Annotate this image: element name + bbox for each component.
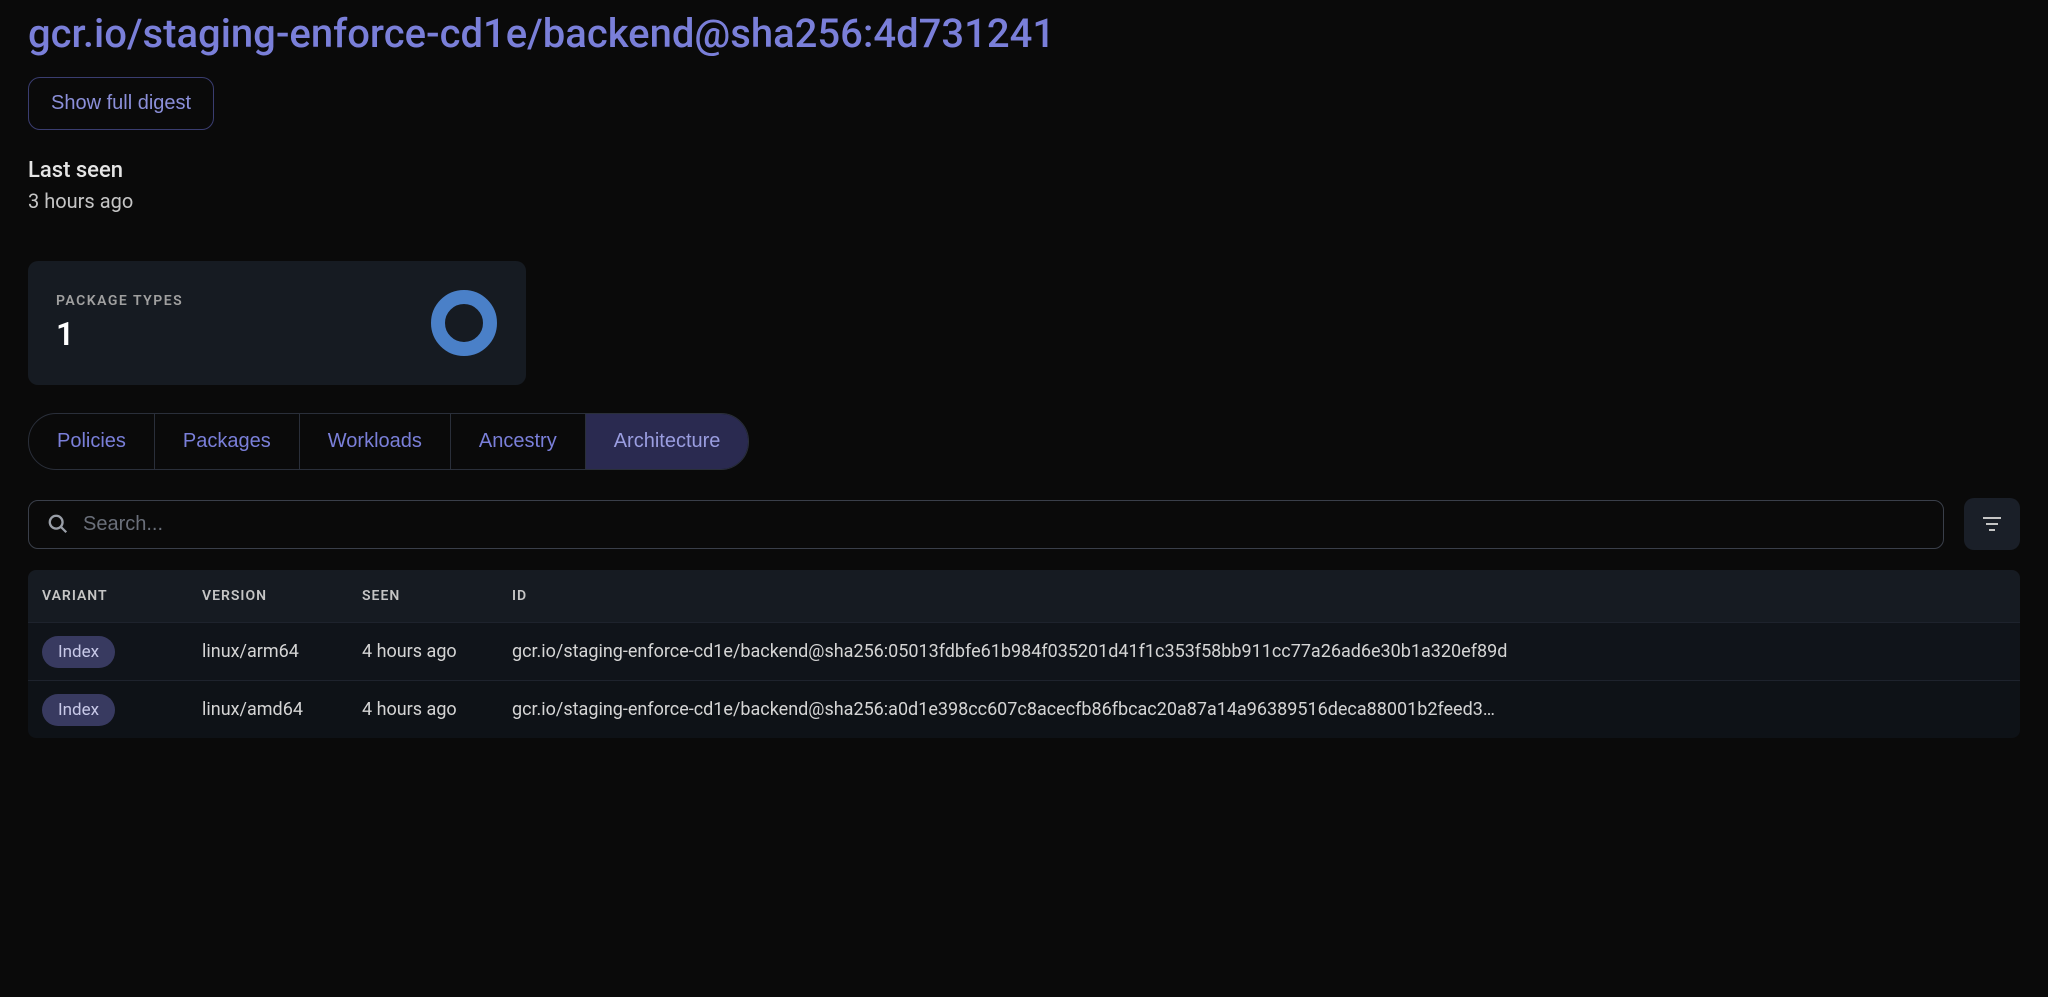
search-icon	[47, 513, 69, 535]
package-types-label: PACKAGE TYPES	[56, 293, 183, 309]
table-row[interactable]: Index linux/amd64 4 hours ago gcr.io/sta…	[28, 680, 2020, 738]
tab-packages[interactable]: Packages	[155, 414, 300, 469]
package-types-value: 1	[56, 315, 183, 353]
cell-seen: 4 hours ago	[362, 641, 512, 662]
variant-badge: Index	[42, 636, 115, 668]
tab-ancestry[interactable]: Ancestry	[451, 414, 586, 469]
table-row[interactable]: Index linux/arm64 4 hours ago gcr.io/sta…	[28, 622, 2020, 680]
th-version: VERSION	[202, 588, 362, 604]
show-full-digest-button[interactable]: Show full digest	[28, 77, 214, 130]
variant-badge: Index	[42, 694, 115, 726]
th-id: ID	[512, 588, 2006, 604]
meta-section: Last seen 3 hours ago	[0, 130, 2048, 241]
package-types-card: PACKAGE TYPES 1	[28, 261, 526, 385]
last-seen-value: 3 hours ago	[28, 189, 2020, 213]
filter-icon	[1980, 512, 2004, 536]
tab-policies[interactable]: Policies	[29, 414, 155, 469]
tabs: Policies Packages Workloads Ancestry Arc…	[28, 413, 749, 470]
filter-button[interactable]	[1964, 498, 2020, 550]
cell-seen: 4 hours ago	[362, 699, 512, 720]
cell-version: linux/amd64	[202, 699, 362, 720]
donut-chart-icon	[430, 289, 498, 357]
tab-architecture[interactable]: Architecture	[586, 414, 749, 469]
table-header: VARIANT VERSION SEEN ID	[28, 570, 2020, 622]
cell-id: gcr.io/staging-enforce-cd1e/backend@sha2…	[512, 641, 2006, 662]
search-input[interactable]	[83, 513, 1925, 536]
architecture-table: VARIANT VERSION SEEN ID Index linux/arm6…	[28, 570, 2020, 738]
th-variant: VARIANT	[42, 588, 202, 604]
tab-workloads[interactable]: Workloads	[300, 414, 451, 469]
search-container[interactable]	[28, 500, 1944, 549]
search-row	[28, 498, 2020, 550]
th-seen: SEEN	[362, 588, 512, 604]
cell-id: gcr.io/staging-enforce-cd1e/backend@sha2…	[512, 699, 2006, 720]
cell-version: linux/arm64	[202, 641, 362, 662]
last-seen-label: Last seen	[28, 158, 2020, 183]
page-title: gcr.io/staging-enforce-cd1e/backend@sha2…	[0, 0, 2048, 77]
